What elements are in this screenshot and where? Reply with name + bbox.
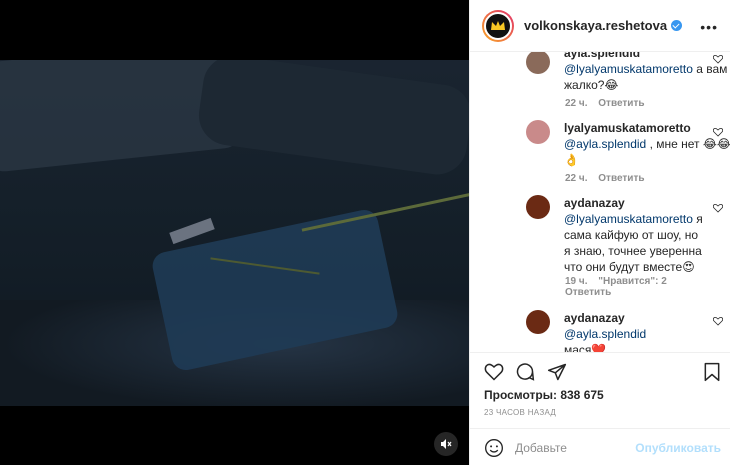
comment-body: ayla.splendid @lyalyamuskatamoretto а ва… xyxy=(564,52,730,93)
crown-icon xyxy=(491,20,505,30)
mute-button[interactable] xyxy=(434,432,458,456)
comment-body: aydanazay @ayla.splendid мася❤️ xyxy=(564,310,704,352)
heart-icon[interactable] xyxy=(713,54,723,64)
video-shape xyxy=(169,217,215,245)
comment-icon[interactable] xyxy=(515,362,535,382)
views-count[interactable]: Просмотры: 838 675 xyxy=(484,388,604,402)
comment-time[interactable]: 19 ч. xyxy=(565,276,588,287)
comment-reply[interactable]: Ответить xyxy=(565,287,611,298)
comment-meta: 19 ч. "Нравится": 2 Ответить xyxy=(565,276,675,298)
header-username[interactable]: volkonskaya.reshetova xyxy=(524,18,667,33)
comment-username[interactable]: aydanazay xyxy=(564,311,625,325)
post-panel: volkonskaya.reshetova ••• ayla.splendid … xyxy=(469,0,730,465)
comment-mention[interactable]: @ayla.splendid xyxy=(564,327,646,341)
publish-button[interactable]: Опубликовать xyxy=(635,441,721,455)
comment-mention[interactable]: @ayla.splendid xyxy=(564,137,646,151)
comment-avatar[interactable] xyxy=(526,120,550,144)
comment-reply[interactable]: Ответить xyxy=(598,98,644,109)
comment-avatar[interactable] xyxy=(526,195,550,219)
comment-username[interactable]: ayla.splendid xyxy=(564,52,640,60)
comment-username[interactable]: lyalyamuskatamoretto xyxy=(564,121,691,135)
more-icon[interactable]: ••• xyxy=(700,19,718,35)
comment-input[interactable]: Добавьте xyxy=(515,441,567,455)
heart-icon[interactable] xyxy=(484,362,504,382)
comment-username[interactable]: aydanazay xyxy=(564,196,625,210)
comment-avatar[interactable] xyxy=(526,310,550,334)
media-stage xyxy=(0,0,469,465)
comment-time[interactable]: 22 ч. xyxy=(565,98,588,109)
share-icon[interactable] xyxy=(547,362,567,382)
post-time[interactable]: 23 ЧАСОВ НАЗАД xyxy=(484,408,556,417)
avatar-image xyxy=(484,11,512,40)
video-shape xyxy=(301,191,469,232)
comment-likes[interactable]: "Нравится": 2 xyxy=(598,276,667,287)
heart-icon[interactable] xyxy=(713,127,723,137)
post-header: volkonskaya.reshetova ••• xyxy=(470,0,730,52)
emoji-icon[interactable] xyxy=(484,438,504,458)
comment-body: aydanazay @lyalyamuskatamoretto я сама к… xyxy=(564,195,704,275)
heart-icon[interactable] xyxy=(713,203,723,213)
video-shape xyxy=(195,60,469,179)
comment-meta: 22 ч. Ответить xyxy=(565,98,653,109)
comment-time[interactable]: 22 ч. xyxy=(565,173,588,184)
verified-icon xyxy=(671,20,683,31)
comment-reply[interactable]: Ответить xyxy=(598,173,644,184)
add-comment-bar: Добавьте Опубликовать xyxy=(470,428,730,465)
heart-icon[interactable] xyxy=(713,316,723,326)
mute-icon xyxy=(441,439,452,449)
comments-list: ayla.splendid @lyalyamuskatamoretto а ва… xyxy=(470,52,730,352)
comment-body: lyalyamuskatamoretto @ayla.splendid , мн… xyxy=(564,120,730,168)
post-actions: Просмотры: 838 675 23 ЧАСОВ НАЗАД xyxy=(470,352,730,417)
comment-meta: 22 ч. Ответить xyxy=(565,173,653,184)
avatar[interactable] xyxy=(482,9,514,42)
comment-text: мася❤️ xyxy=(564,343,607,352)
video-frame[interactable] xyxy=(0,60,469,406)
comment-mention[interactable]: @lyalyamuskatamoretto xyxy=(564,212,693,226)
bookmark-icon[interactable] xyxy=(703,362,721,382)
comment-avatar[interactable] xyxy=(526,52,550,74)
comment-mention[interactable]: @lyalyamuskatamoretto xyxy=(564,62,693,76)
action-icons xyxy=(470,353,730,391)
